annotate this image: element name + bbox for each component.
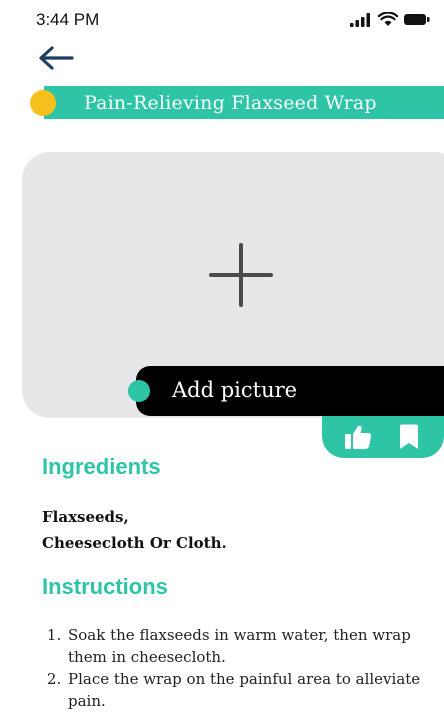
instruction-step: Place the wrap on the painful area to al… bbox=[66, 668, 436, 712]
ingredient-item: Cheesecloth Or Cloth. bbox=[42, 534, 227, 552]
page-title: Pain-Relieving Flaxseed Wrap bbox=[84, 92, 377, 114]
back-button[interactable] bbox=[36, 44, 76, 72]
status-bar: 3:44 PM bbox=[0, 0, 444, 40]
instruction-step: Soak the flaxseeds in warm water, then w… bbox=[66, 624, 436, 668]
bookmark-icon[interactable] bbox=[398, 424, 420, 450]
instructions-heading: Instructions bbox=[42, 574, 168, 599]
title-dot bbox=[30, 90, 56, 116]
instruction-list: Soak the flaxseeds in warm water, then w… bbox=[42, 624, 436, 712]
plus-icon[interactable] bbox=[209, 243, 273, 307]
ingredients-heading: Ingredients bbox=[42, 454, 161, 479]
thumbs-up-icon[interactable] bbox=[344, 424, 372, 450]
arrow-left-icon bbox=[39, 46, 74, 70]
ingredient-item: Flaxseeds, bbox=[42, 508, 129, 526]
action-tab bbox=[322, 416, 444, 458]
wifi-icon bbox=[378, 12, 398, 26]
signal-icon bbox=[350, 12, 370, 27]
add-picture-label: Add picture bbox=[172, 378, 298, 402]
add-picture-dot bbox=[128, 380, 150, 402]
battery-icon bbox=[404, 14, 430, 25]
ingredient-list: Flaxseeds, Cheesecloth Or Cloth. bbox=[42, 504, 227, 556]
status-icons bbox=[350, 12, 430, 27]
status-time: 3:44 PM bbox=[36, 10, 100, 29]
